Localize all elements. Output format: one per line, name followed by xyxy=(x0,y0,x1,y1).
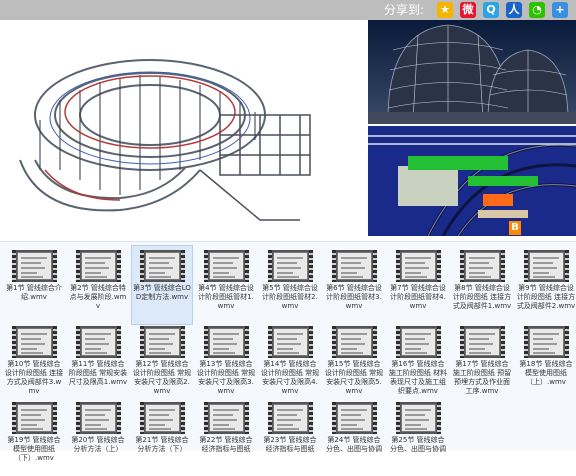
file-name: 第9节 管线综合设计阶段图纸 连接方式及阀部件2.wmv xyxy=(516,284,576,310)
file-name: 第12节 管线综合设计阶段图纸 常规安装尺寸及限高2.wmv xyxy=(132,360,192,395)
video-file-icon xyxy=(204,250,249,282)
video-file-icon xyxy=(460,326,505,358)
video-file-icon xyxy=(524,326,569,358)
video-file-icon xyxy=(76,402,121,434)
video-file-icon xyxy=(396,402,441,434)
file-name: 第18节 管线综合模型使用图纸（上）.wmv xyxy=(519,360,573,386)
video-file-icon xyxy=(140,402,185,434)
file-item[interactable]: 第9节 管线综合设计阶段图纸 连接方式及阀部件2.wmv xyxy=(516,246,576,324)
video-file-icon xyxy=(460,250,505,282)
file-name: 第13节 管线综合设计阶段图纸 常规安装尺寸及限高3.wmv xyxy=(196,360,256,395)
file-name: 第6节 管线综合设计阶段图纸管材3.wmv xyxy=(326,284,382,310)
file-item[interactable]: 第21节 管线综合分析方法（下） xyxy=(132,398,192,476)
watermark-logo: B xyxy=(509,221,521,235)
file-name: 第21节 管线综合分析方法（下） xyxy=(135,436,189,453)
preview-area: B xyxy=(0,20,576,240)
file-name: 第5节 管线综合设计阶段图纸管材2.wmv xyxy=(262,284,318,310)
file-item[interactable]: 第17节 管线综合施工阶段图纸 预留预埋方式及作业面工序.wmv xyxy=(452,322,512,400)
file-item[interactable]: 第22节 管线综合经济指标与图纸 xyxy=(196,398,256,476)
file-name: 第8节 管线综合设计阶段图纸 连接方式及阀部件1.wmv xyxy=(452,284,512,310)
building-rendering xyxy=(368,20,576,124)
file-item[interactable]: 第6节 管线综合设计阶段图纸管材3.wmv xyxy=(324,246,384,324)
video-file-icon xyxy=(12,402,57,434)
file-name: 第17节 管线综合施工阶段图纸 预留预埋方式及作业面工序.wmv xyxy=(452,360,512,395)
file-item[interactable]: 第5节 管线综合设计阶段图纸管材2.wmv xyxy=(260,246,320,324)
qq-icon[interactable]: Q xyxy=(483,2,499,18)
video-file-icon xyxy=(396,326,441,358)
file-item[interactable]: 第11节 管线综合阶段图纸 常规安装尺寸及限高1.wmv xyxy=(68,322,128,400)
file-name: 第3节 管线综合LOD定制方法.wmv xyxy=(133,284,191,301)
video-file-icon xyxy=(12,326,57,358)
weibo-icon[interactable]: 微 xyxy=(460,2,476,18)
video-file-icon xyxy=(396,250,441,282)
file-name: 第7节 管线综合设计阶段图纸管材4.wmv xyxy=(390,284,446,310)
file-item[interactable]: 第24节 管线综合分色、出图与协调 xyxy=(324,398,384,476)
renren-icon[interactable]: 人 xyxy=(506,2,522,18)
video-file-icon xyxy=(268,250,313,282)
file-item[interactable]: 第25节 管线综合分色、出图与协调 xyxy=(388,398,448,476)
file-name: 第15节 管线综合设计阶段图纸 常规安装尺寸及限高5.wmv xyxy=(324,360,384,395)
file-name: 第11节 管线综合阶段图纸 常规安装尺寸及限高1.wmv xyxy=(68,360,128,386)
video-file-icon xyxy=(332,250,377,282)
file-item[interactable]: 第1节 管线综合介绍.wmv xyxy=(4,246,64,324)
mep-section-rendering xyxy=(368,126,576,236)
file-item[interactable]: 第4节 管线综合设计阶段图纸管材1.wmv xyxy=(196,246,256,324)
share-label: 分享到: xyxy=(384,3,425,17)
file-item[interactable]: 第10节 管线综合设计阶段图纸 连接方式及阀部件3.wmv xyxy=(4,322,64,400)
more-icon[interactable]: + xyxy=(552,2,568,18)
wechat-icon[interactable]: ◔ xyxy=(529,2,545,18)
file-item[interactable]: 第20节 管线综合分析方法（上） xyxy=(68,398,128,476)
video-file-icon xyxy=(140,326,185,358)
video-file-icon xyxy=(332,402,377,434)
file-name: 第16节 管线综合施工阶段图纸 材料表现尺寸及施工组织要点.wmv xyxy=(388,360,448,395)
file-item[interactable]: 第18节 管线综合模型使用图纸（上）.wmv xyxy=(516,322,576,400)
video-file-icon xyxy=(332,326,377,358)
file-name: 第2节 管线综合特点与发展阶段.wmv xyxy=(69,284,127,310)
file-item[interactable]: 第13节 管线综合设计阶段图纸 常规安装尺寸及限高3.wmv xyxy=(196,322,256,400)
file-name: 第10节 管线综合设计阶段图纸 连接方式及阀部件3.wmv xyxy=(4,360,64,395)
file-name: 第1节 管线综合介绍.wmv xyxy=(6,284,62,301)
pipe-model-rendering xyxy=(0,20,366,240)
video-file-icon xyxy=(76,250,121,282)
file-item[interactable]: 第19节 管线综合模型使用图纸（下）.wmv xyxy=(4,398,64,476)
file-name: 第22节 管线综合经济指标与图纸 xyxy=(199,436,253,453)
file-list: 第1节 管线综合介绍.wmv 第2节 管线综合特点与发展阶段.wmv 第3节 管线综… xyxy=(0,241,576,462)
file-item[interactable]: 第23节 管线综合经济指标与图纸 xyxy=(260,398,320,476)
video-file-icon xyxy=(268,326,313,358)
file-name: 第24节 管线综合分色、出图与协调 xyxy=(326,436,382,453)
video-file-icon xyxy=(204,402,249,434)
file-name: 第4节 管线综合设计阶段图纸管材1.wmv xyxy=(198,284,254,310)
video-file-icon xyxy=(12,250,57,282)
qzone-icon[interactable]: ★ xyxy=(437,2,453,18)
video-file-icon xyxy=(524,250,569,282)
file-name: 第25节 管线综合分色、出图与协调 xyxy=(390,436,446,453)
file-item[interactable]: 第7节 管线综合设计阶段图纸管材4.wmv xyxy=(388,246,448,324)
video-file-icon xyxy=(140,250,185,282)
file-item[interactable]: 第16节 管线综合施工阶段图纸 材料表现尺寸及施工组织要点.wmv xyxy=(388,322,448,400)
file-name: 第14节 管线综合设计阶段图纸 常规安装尺寸及限高4.wmv xyxy=(260,360,320,395)
video-file-icon xyxy=(76,326,121,358)
video-file-icon xyxy=(268,402,313,434)
file-name: 第23节 管线综合经济指标与图纸 xyxy=(263,436,317,453)
file-item[interactable]: 第12节 管线综合设计阶段图纸 常规安装尺寸及限高2.wmv xyxy=(132,322,192,400)
file-item[interactable]: 第8节 管线综合设计阶段图纸 连接方式及阀部件1.wmv xyxy=(452,246,512,324)
share-bar: 分享到: ★ 微 Q 人 ◔ + xyxy=(0,0,576,20)
file-item[interactable]: 第15节 管线综合设计阶段图纸 常规安装尺寸及限高5.wmv xyxy=(324,322,384,400)
file-item[interactable]: 第2节 管线综合特点与发展阶段.wmv xyxy=(68,246,128,324)
file-item[interactable]: 第3节 管线综合LOD定制方法.wmv xyxy=(131,245,193,325)
video-file-icon xyxy=(204,326,249,358)
file-item[interactable]: 第14节 管线综合设计阶段图纸 常规安装尺寸及限高4.wmv xyxy=(260,322,320,400)
file-name: 第20节 管线综合分析方法（上） xyxy=(71,436,125,453)
